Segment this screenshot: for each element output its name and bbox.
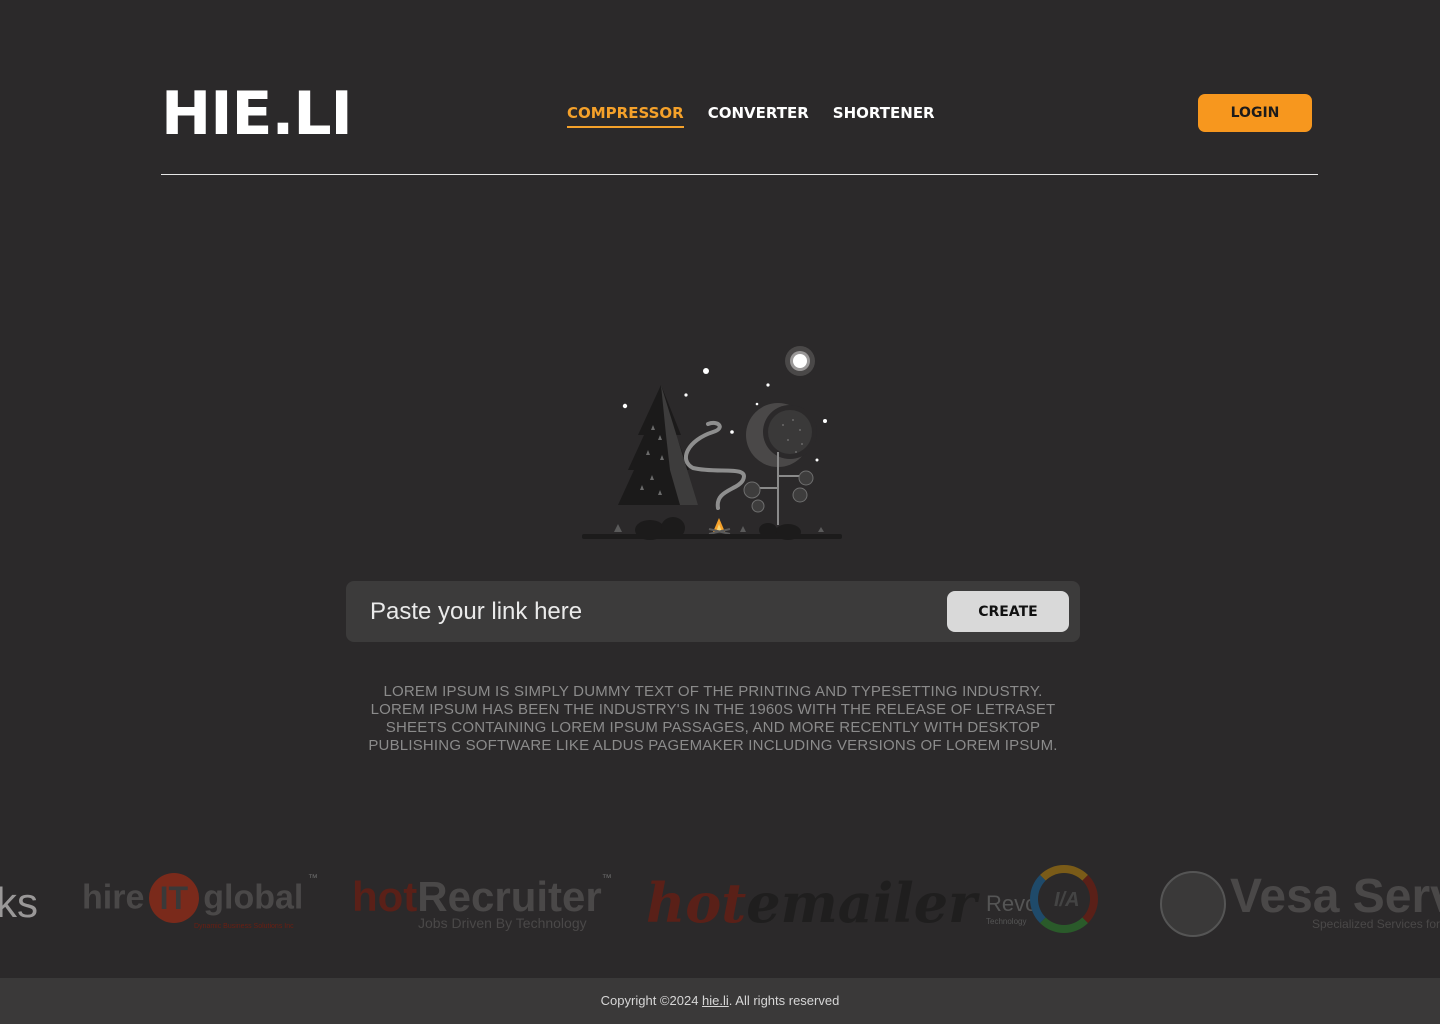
- site-header: HIE.LI COMPRESSOR CONVERTER SHORTENER LO…: [161, 0, 1318, 175]
- night-forest-illustration: [582, 346, 842, 540]
- nav-shortener[interactable]: SHORTENER: [833, 104, 935, 128]
- create-button[interactable]: CREATE: [947, 591, 1069, 632]
- campfire-icon: [708, 518, 731, 535]
- description-text: LOREM IPSUM IS SIMPLY DUMMY TEXT OF THE …: [368, 683, 1058, 754]
- main-nav: COMPRESSOR CONVERTER SHORTENER: [567, 104, 935, 128]
- partner-logos-strip: ks hire IT global ™ Dynamic Business Sol…: [0, 855, 1440, 955]
- partner-logo-hireitglobal: hire IT global ™ Dynamic Business Soluti…: [82, 873, 318, 930]
- nav-compressor[interactable]: COMPRESSOR: [567, 104, 684, 128]
- footer-link[interactable]: hie.li: [702, 993, 729, 1008]
- login-button[interactable]: LOGIN: [1198, 94, 1312, 132]
- site-logo[interactable]: HIE.LI: [161, 84, 353, 144]
- partner-logo-hotemailer: hotemailer: [646, 871, 977, 935]
- site-footer: Copyright ©2024 hie.li. All rights reser…: [0, 978, 1440, 1024]
- partner-logo-partial: ks: [0, 879, 38, 926]
- link-input[interactable]: [368, 591, 932, 633]
- liberty-icon: [1160, 871, 1226, 937]
- moon-icon: [785, 346, 815, 376]
- partner-logo-hotrecruiter: hotRecruiter™ Jobs Driven By Technology: [352, 873, 612, 931]
- nav-converter[interactable]: CONVERTER: [708, 104, 809, 128]
- link-form: CREATE: [346, 581, 1080, 642]
